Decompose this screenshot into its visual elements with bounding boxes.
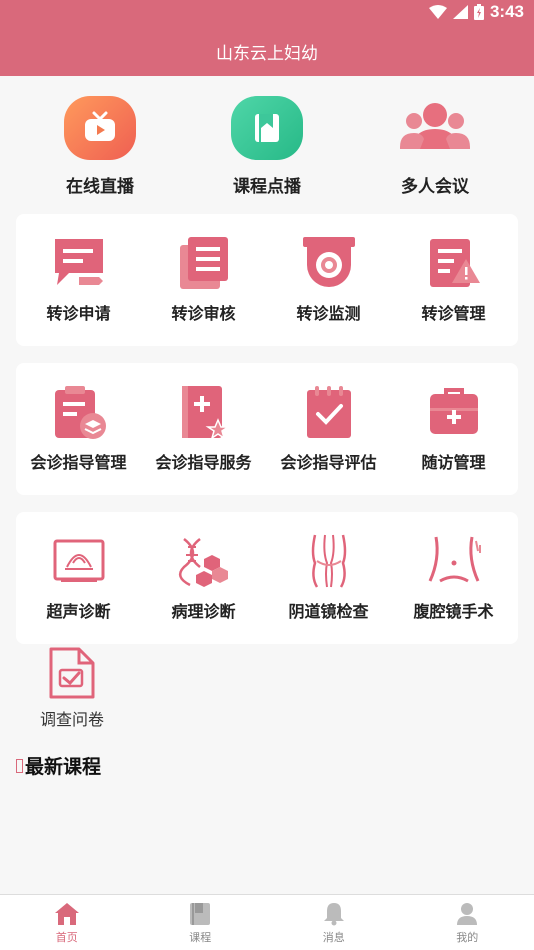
consult-service-icon bbox=[174, 383, 234, 441]
survey-button[interactable]: 调查问卷 bbox=[26, 644, 118, 730]
battery-icon bbox=[473, 4, 484, 20]
tab-home-label: 首页 bbox=[55, 931, 78, 944]
user-icon bbox=[457, 903, 478, 925]
colposcopy-label: 阴道镜检查 bbox=[288, 602, 369, 621]
survey-icon bbox=[42, 644, 102, 702]
status-icons: 3:43 bbox=[428, 2, 524, 22]
laparoscopy-button[interactable]: 腹腔镜手术 bbox=[391, 532, 516, 622]
section-marker-icon bbox=[16, 758, 23, 773]
referral-manage-label: 转诊管理 bbox=[421, 304, 486, 323]
consult-manage-label: 会诊指导管理 bbox=[30, 453, 127, 472]
course-vod-button[interactable]: 课程点播 bbox=[197, 76, 337, 197]
latest-courses-heading: 最新课程 bbox=[16, 752, 101, 779]
course-vod-label: 课程点播 bbox=[233, 177, 301, 197]
status-time: 3:43 bbox=[489, 2, 524, 21]
referral-manage-icon bbox=[424, 234, 484, 292]
consult-evaluate-button[interactable]: 会诊指导评估 bbox=[266, 383, 391, 473]
referral-card: 转诊申请 转诊审核 转诊监测 转诊管理 bbox=[16, 214, 518, 346]
group-icon bbox=[399, 96, 471, 160]
book-icon bbox=[231, 96, 303, 160]
app-header: 山东云上妇幼 bbox=[0, 26, 534, 76]
survey-label: 调查问卷 bbox=[39, 710, 104, 729]
tv-icon bbox=[64, 96, 136, 160]
pathology-label: 病理诊断 bbox=[171, 602, 236, 621]
tab-course[interactable]: 课程 bbox=[134, 895, 268, 950]
multi-meeting-label: 多人会议 bbox=[401, 177, 469, 197]
referral-review-button[interactable]: 转诊审核 bbox=[141, 234, 266, 324]
home-content[interactable]: 在线直播 课程点播 多人会议 转诊申请 转诊审核 转诊监测 转诊管理 会诊指导管… bbox=[0, 76, 534, 894]
tab-mine[interactable]: 我的 bbox=[401, 895, 534, 950]
diagnosis-card: 超声诊断 病理诊断 阴道镜检查 腹腔镜手术 bbox=[16, 512, 518, 644]
referral-monitor-label: 转诊监测 bbox=[296, 304, 361, 323]
tab-home[interactable]: 首页 bbox=[0, 895, 134, 950]
wifi-icon bbox=[428, 5, 447, 19]
followup-kit-icon bbox=[424, 383, 484, 441]
bottom-tab-bar: 首页 课程 消息 我的 bbox=[0, 894, 534, 950]
ultrasound-button[interactable]: 超声诊断 bbox=[16, 532, 141, 622]
tab-course-label: 课程 bbox=[189, 931, 212, 944]
laparoscopy-label: 腹腔镜手术 bbox=[413, 602, 494, 621]
consult-card: 会诊指导管理 会诊指导服务 会诊指导评估 随访管理 bbox=[16, 363, 518, 495]
tab-message-label: 消息 bbox=[322, 931, 345, 944]
followup-manage-label: 随访管理 bbox=[421, 453, 486, 472]
ultrasound-icon bbox=[49, 532, 109, 590]
live-broadcast-button[interactable]: 在线直播 bbox=[30, 76, 170, 197]
consult-service-button[interactable]: 会诊指导服务 bbox=[141, 383, 266, 473]
pathology-button[interactable]: 病理诊断 bbox=[141, 532, 266, 622]
tab-message[interactable]: 消息 bbox=[267, 895, 401, 950]
referral-apply-button[interactable]: 转诊申请 bbox=[16, 234, 141, 324]
consult-manage-icon bbox=[49, 383, 109, 441]
referral-review-icon bbox=[174, 234, 234, 292]
consult-service-label: 会诊指导服务 bbox=[155, 453, 252, 472]
colposcopy-button[interactable]: 阴道镜检查 bbox=[266, 532, 391, 622]
signal-icon bbox=[452, 5, 468, 19]
app-title: 山东云上妇幼 bbox=[216, 43, 318, 64]
consult-manage-button[interactable]: 会诊指导管理 bbox=[16, 383, 141, 473]
referral-review-label: 转诊审核 bbox=[171, 304, 236, 323]
latest-courses-title: 最新课程 bbox=[25, 756, 102, 778]
consult-evaluate-icon bbox=[299, 383, 359, 441]
course-icon bbox=[190, 903, 211, 925]
status-bar: 3:43 bbox=[0, 0, 534, 26]
followup-manage-button[interactable]: 随访管理 bbox=[391, 383, 516, 473]
referral-monitor-button[interactable]: 转诊监测 bbox=[266, 234, 391, 324]
referral-apply-label: 转诊申请 bbox=[46, 304, 111, 323]
referral-manage-button[interactable]: 转诊管理 bbox=[391, 234, 516, 324]
multi-meeting-button[interactable]: 多人会议 bbox=[365, 76, 505, 197]
tab-mine-label: 我的 bbox=[456, 931, 479, 944]
home-icon bbox=[54, 903, 79, 925]
consult-evaluate-label: 会诊指导评估 bbox=[280, 453, 377, 472]
abdomen-icon bbox=[424, 532, 484, 590]
referral-apply-icon bbox=[49, 234, 109, 292]
dna-icon bbox=[174, 532, 234, 590]
ultrasound-label: 超声诊断 bbox=[46, 602, 111, 621]
bell-icon bbox=[323, 903, 344, 926]
live-broadcast-label: 在线直播 bbox=[66, 177, 134, 197]
referral-monitor-icon bbox=[299, 234, 359, 292]
colposcopy-icon bbox=[299, 532, 359, 590]
